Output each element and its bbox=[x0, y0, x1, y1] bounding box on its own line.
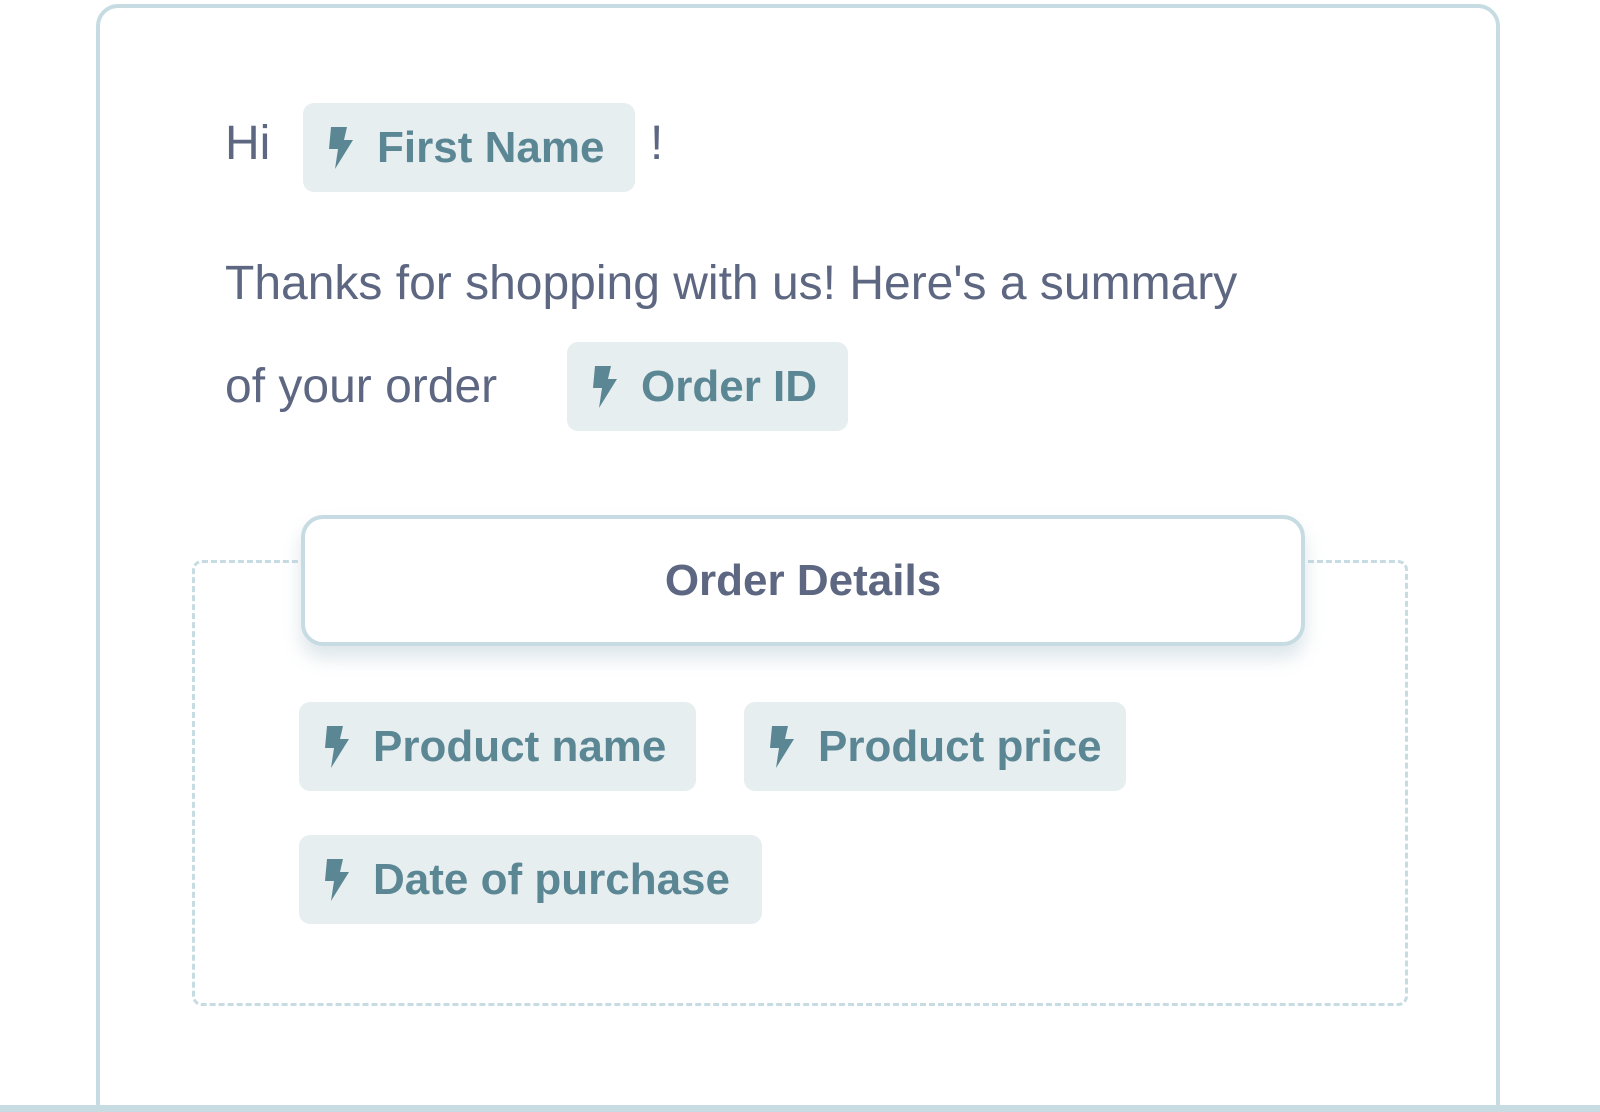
email-template-editor: Hi First Name ! Thanks for shopping with… bbox=[0, 0, 1600, 1112]
lightning-bolt-icon bbox=[323, 725, 349, 768]
body-line-2: of your order bbox=[225, 360, 498, 413]
greeting-text: Hi bbox=[225, 117, 271, 170]
order-id-token[interactable]: Order ID bbox=[567, 342, 848, 431]
token-label: Product name bbox=[373, 721, 667, 771]
first-name-token[interactable]: First Name bbox=[303, 103, 635, 192]
exclamation-text: ! bbox=[650, 117, 664, 170]
token-label: Product price bbox=[818, 721, 1102, 771]
section-title: Order Details bbox=[664, 555, 942, 605]
date-of-purchase-token[interactable]: Date of purchase bbox=[299, 835, 762, 924]
token-label: First Name bbox=[377, 122, 605, 172]
bottom-divider bbox=[0, 1105, 1600, 1112]
lightning-bolt-icon bbox=[591, 365, 617, 408]
lightning-bolt-icon bbox=[768, 725, 794, 768]
product-price-token[interactable]: Product price bbox=[744, 702, 1126, 791]
body-line-1: Thanks for shopping with us! Here's a su… bbox=[225, 257, 1238, 310]
token-label: Date of purchase bbox=[373, 854, 730, 904]
product-name-token[interactable]: Product name bbox=[299, 702, 696, 791]
lightning-bolt-icon bbox=[323, 858, 349, 901]
order-details-header[interactable]: Order Details bbox=[301, 515, 1305, 646]
lightning-bolt-icon bbox=[327, 126, 353, 169]
token-label: Order ID bbox=[641, 361, 818, 411]
